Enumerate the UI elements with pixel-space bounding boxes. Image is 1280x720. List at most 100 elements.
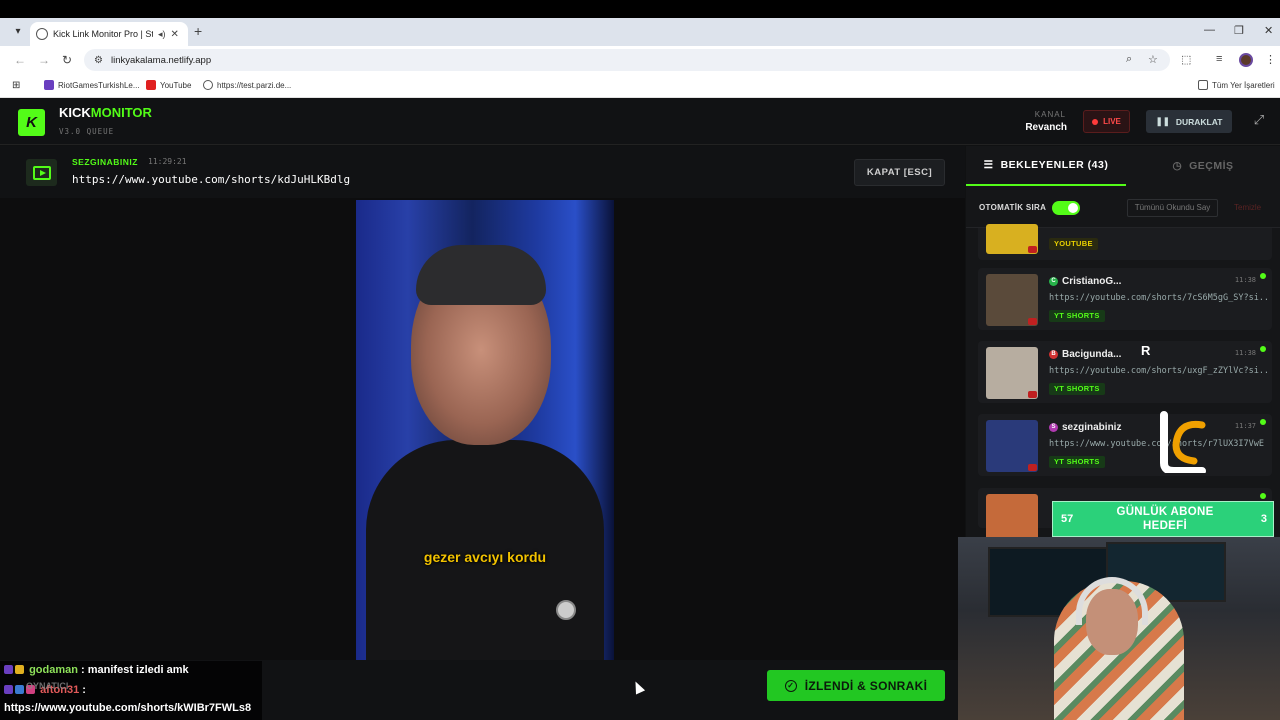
queue-time: 11:38 (1234, 276, 1256, 284)
tab-list-chevron-icon[interactable]: ▾ (10, 24, 26, 40)
extensions-icon[interactable]: ⬚ (1181, 53, 1191, 66)
globe-icon (203, 80, 213, 90)
now-playing-user: SEZGINABINIZ (72, 157, 138, 167)
bookmarks-bar: ⊞ RiotGamesTurkishLe... YouTube https://… (0, 74, 1280, 98)
video-person-hair (416, 245, 546, 305)
goal-right: 3 (1260, 513, 1267, 525)
badge-icon (15, 665, 24, 674)
browser-toolbar: ← → ↻ ⚙ linkyakalama.netlify.app ⌕ ☆ ⬚ ≡… (0, 46, 1280, 74)
queue-item[interactable]: C CristianoG... 11:38 https://youtube.com… (978, 268, 1272, 330)
auto-queue-row: OTOMATİK SIRA (966, 188, 1280, 228)
play-video-icon (26, 159, 57, 186)
forward-arrow-icon[interactable]: → (38, 53, 50, 67)
queue-tag: YT SHORTS (1049, 383, 1105, 395)
chat-text: : (82, 684, 86, 696)
live-button[interactable]: LIVE (1083, 110, 1130, 133)
queue-user: B Bacigunda... (1049, 349, 1121, 360)
kick-overlay-logo-icon (1160, 411, 1206, 473)
youtube-icon (1028, 246, 1037, 253)
queue-item[interactable]: YOUTUBE (978, 224, 1272, 260)
user-avatar: C (1049, 277, 1058, 286)
user-avatar: B (1049, 350, 1058, 359)
streamer-webcam (958, 537, 1280, 720)
youtube-icon (1028, 464, 1037, 471)
browser-tab-strip: ▾ Kick Link Monitor Pro | Stre ◂) ✕ + — … (0, 18, 1280, 46)
app-version: V3.0 QUEUE (59, 127, 115, 136)
tab-close-icon[interactable]: ✕ (171, 29, 179, 40)
r-logo-icon: R (1141, 343, 1151, 358)
badge-icon (4, 665, 13, 674)
reload-icon[interactable]: ↻ (62, 53, 72, 67)
profile-avatar[interactable] (1239, 53, 1253, 67)
browser-menu-icon[interactable]: ⋮ (1265, 53, 1276, 66)
mark-all-read-button[interactable]: Tümünü Okundu Say (1127, 199, 1218, 217)
chat-message: godaman : manifest izledi amk (4, 664, 189, 676)
site-settings-icon[interactable]: ⚙ (94, 55, 103, 66)
queue-tag: YT SHORTS (1049, 310, 1105, 322)
channel-label: KANAL (1034, 110, 1066, 119)
live-dot-icon (1092, 118, 1099, 125)
queue-thumbnail (986, 224, 1038, 254)
external-link-icon[interactable]: ⤢ (1249, 110, 1269, 130)
watched-next-button[interactable]: ✓ İZLENDİ & SONRAKİ (767, 670, 945, 701)
minimize-icon[interactable]: — (1204, 24, 1215, 36)
restore-icon[interactable]: ❐ (1234, 24, 1244, 37)
bookmark-star-icon[interactable]: ☆ (1148, 53, 1158, 66)
address-bar[interactable]: ⚙ linkyakalama.netlify.app ⌕ ☆ (84, 49, 1170, 71)
queue-thumbnail (986, 420, 1038, 472)
chat-user: godaman (29, 664, 78, 676)
youtube-icon (146, 80, 156, 90)
badge-icon (4, 685, 13, 694)
now-playing-url[interactable]: https://www.youtube.com/shorts/kdJuHLKBd… (72, 173, 350, 186)
queue-tag: YOUTUBE (1049, 238, 1098, 250)
clear-button[interactable]: Temizle (1234, 203, 1261, 212)
auto-queue-label: OTOMATİK SIRA (979, 203, 1047, 212)
status-dot-icon (1260, 346, 1266, 352)
bookmark-parzi[interactable]: https://test.parzi.de... (203, 80, 291, 90)
new-tab-plus-icon[interactable]: + (194, 23, 202, 39)
auto-queue-toggle[interactable] (1052, 201, 1080, 215)
check-circle-icon: ✓ (784, 679, 797, 692)
apps-grid-icon[interactable]: ⊞ (12, 80, 20, 91)
app-brand: KICKMONITOR (59, 105, 152, 120)
app-logo: K (18, 109, 45, 136)
app-header: K KICKMONITOR V3.0 QUEUE KANAL Revanch L… (0, 99, 1280, 145)
bookmark-youtube[interactable]: YouTube (146, 80, 191, 90)
youtube-icon (1028, 318, 1037, 325)
goal-current: 57 (1061, 513, 1074, 525)
tab-history[interactable]: ◷ GEÇMİŞ (1126, 146, 1280, 186)
zoom-icon[interactable]: ⌕ (1126, 53, 1132, 66)
queue-item[interactable]: Ssezginabiniz 11:37 https://www.youtube.… (978, 414, 1272, 476)
back-arrow-icon[interactable]: ← (14, 53, 26, 67)
chat-ghost-text: OYNATICI (26, 681, 69, 691)
video-caption: gezer avcıyı kordu (423, 549, 547, 565)
video-lapel-pin (556, 600, 576, 620)
video-frame[interactable]: gezer avcıyı kordu (356, 200, 614, 660)
browser-tab[interactable]: Kick Link Monitor Pro | Stre ◂) ✕ (30, 22, 188, 46)
screen: ▾ Kick Link Monitor Pro | Stre ◂) ✕ + — … (0, 0, 1280, 720)
queue-item[interactable]: B Bacigunda... 11:38 https://youtube.com/… (978, 341, 1272, 403)
pause-icon: ❚❚ (1155, 116, 1170, 126)
folder-icon (1198, 80, 1208, 90)
pause-button[interactable]: ❚❚ DURAKLAT (1146, 110, 1232, 133)
list-icon: ☰ (983, 159, 994, 171)
now-playing-time: 11:29:21 (148, 157, 187, 166)
queue-thumbnail (986, 347, 1038, 399)
queue-user: C CristianoG... (1049, 276, 1121, 287)
bookmark-riot[interactable]: RiotGamesTurkishLe... (44, 80, 140, 90)
tab-waiting[interactable]: ☰ BEKLEYENLER (43) (966, 146, 1126, 186)
channel-value: Revanch (1025, 122, 1067, 133)
close-button[interactable]: KAPAT [ESC] (854, 159, 945, 186)
chat-text: https://www.youtube.com/shorts/kWIBr7FWL… (4, 702, 252, 714)
queue-user: Ssezginabiniz (1049, 422, 1121, 433)
speaker-icon[interactable]: ◂) (158, 29, 166, 40)
all-bookmarks[interactable]: Tüm Yer İşaretleri (1198, 80, 1275, 90)
os-top-strip (0, 0, 1280, 18)
user-avatar: S (1049, 423, 1058, 432)
window-close-icon[interactable]: ✕ (1264, 24, 1273, 37)
media-control-icon[interactable]: ≡ (1216, 53, 1222, 65)
status-dot-icon (1260, 493, 1266, 499)
address-url: linkyakalama.netlify.app (110, 54, 212, 66)
queue-url: https://youtube.com/shorts/uxgF_zZYlVc?s… (1049, 366, 1267, 376)
status-dot-icon (1260, 419, 1266, 425)
